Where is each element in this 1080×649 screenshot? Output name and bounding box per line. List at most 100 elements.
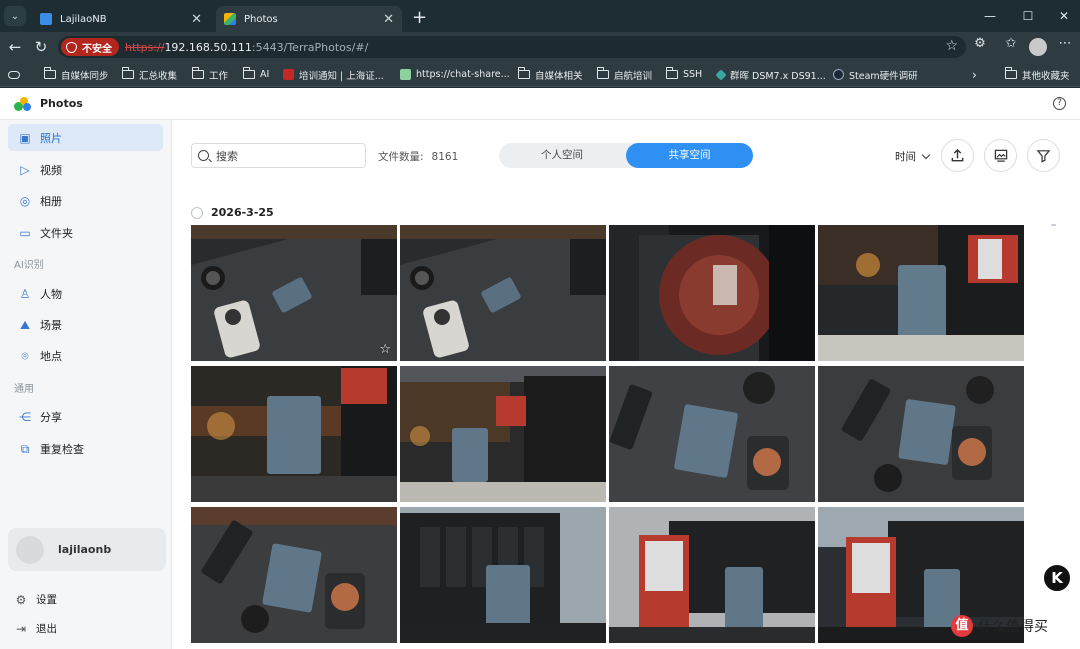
bookmark-item[interactable]: 其他收藏夹 [1004, 67, 1070, 82]
logout-button[interactable]: ⇥ 退出 [14, 621, 57, 636]
bookmark-item[interactable]: 自媒体相关 [517, 67, 583, 82]
search-placeholder: 搜索 [216, 149, 238, 163]
bookmark-item[interactable]: 群晖 DSM7.x DS91... [715, 67, 826, 82]
site-favicon-icon [283, 69, 294, 80]
photo-thumbnail[interactable] [191, 366, 397, 502]
bookmark-item[interactable]: https://chat-share... [400, 67, 510, 82]
bookmark-item[interactable]: 培训通知 | 上海证... [283, 67, 384, 82]
sidebar-item-duplicates[interactable]: ⧉ 重复检查 [8, 435, 163, 462]
sidebar-item-label: 地点 [40, 349, 62, 363]
tab-photos[interactable]: Photos ✕ [216, 6, 402, 32]
select-group-checkbox[interactable] [191, 206, 203, 219]
sidebar-item-folders[interactable]: ▭ 文件夹 [8, 219, 163, 246]
minimize-icon[interactable]: — [970, 0, 1010, 32]
sort-select[interactable]: 时间 [895, 149, 931, 164]
steam-icon [833, 69, 844, 80]
photo-thumbnail[interactable] [609, 225, 815, 361]
folder-icon [43, 67, 56, 79]
user-name: lajilaonb [58, 543, 112, 556]
security-badge[interactable]: 不安全 [61, 38, 119, 56]
photo-thumbnail[interactable] [400, 366, 606, 502]
bookmark-item[interactable]: SSH [665, 67, 702, 82]
search-input[interactable]: 搜索 [191, 143, 366, 168]
photo-thumbnail[interactable] [609, 507, 815, 643]
site-favicon-icon [715, 68, 727, 81]
upload-button[interactable] [941, 139, 974, 172]
photo-thumbnail[interactable] [400, 507, 606, 643]
security-label: 不安全 [82, 43, 112, 55]
bookmark-item[interactable]: AI [242, 67, 270, 82]
image-gallery-icon [994, 149, 1007, 162]
sidebar-item-people[interactable]: ♙ 人物 [8, 280, 163, 307]
close-window-icon[interactable]: ✕ [1044, 0, 1080, 32]
url-host: 192.168.50.111 [164, 40, 252, 54]
app-header: Photos ? [0, 88, 1080, 120]
bookmark-item[interactable]: Steam硬件调研 [833, 67, 918, 82]
slideshow-button[interactable] [984, 139, 1017, 172]
photo-image [818, 366, 1024, 502]
sidebar-item-photos[interactable]: ▣ 照片 [8, 124, 163, 151]
close-tab-icon[interactable]: ✕ [383, 12, 394, 27]
photo-thumbnail[interactable]: ☆ [191, 225, 397, 361]
shared-space-tab[interactable]: 共享空间 [626, 143, 753, 168]
back-arrow-icon[interactable]: ← [2, 38, 28, 56]
bookmark-item[interactable]: 汇总收集 [121, 67, 178, 82]
site-favicon-icon [400, 69, 411, 80]
personal-space-tab[interactable]: 个人空间 [499, 143, 625, 168]
sidebar-item-scenes[interactable]: ⛰ 场景 [8, 311, 163, 338]
bookmark-item[interactable]: 自媒体同步 [43, 67, 109, 82]
new-tab-icon[interactable]: + [412, 7, 427, 28]
reload-icon[interactable]: ↻ [28, 38, 54, 56]
folder-icon [596, 67, 609, 79]
favorite-star-icon[interactable]: ☆ [379, 342, 391, 357]
extensions-icon[interactable]: ⚙ [970, 36, 990, 51]
folder-icon [121, 67, 134, 79]
sidebar-item-label: 文件夹 [40, 226, 73, 240]
date-group-label: 2026-3-25 [211, 206, 274, 219]
photo-image [191, 507, 397, 643]
sidebar-item-places[interactable]: ⌾ 地点 [8, 342, 163, 369]
photo-thumbnail[interactable] [818, 225, 1024, 361]
sidebar-item-share[interactable]: ⋲ 分享 [8, 403, 163, 430]
profile-avatar[interactable] [1029, 38, 1047, 56]
date-group-header: 2026-3-25 [191, 206, 274, 219]
user-card[interactable]: lajilaonb [8, 528, 166, 571]
photo-icon: ▣ [19, 130, 31, 145]
file-count: 文件数量: 8161 [378, 149, 458, 164]
settings-button[interactable]: ⚙ 设置 [14, 592, 57, 607]
photo-image [609, 366, 815, 502]
floating-k-badge[interactable]: K [1042, 563, 1072, 593]
main-content: 搜索 文件数量: 8161 个人空间 共享空间 时间 2026-3-25 ☆ [173, 120, 1080, 649]
maximize-icon[interactable]: ☐ [1008, 0, 1048, 32]
photo-thumbnail[interactable] [191, 507, 397, 643]
bookmark-apps-icon[interactable] [8, 67, 25, 82]
url-field[interactable]: 不安全 https:// 192.168.50.111 :5443/TerraP… [58, 36, 966, 58]
folder-icon [517, 67, 530, 79]
bookmark-star-icon[interactable]: ☆ [945, 38, 958, 54]
bookmark-item[interactable]: 启航培训 [596, 67, 652, 82]
chevron-down-icon [921, 150, 931, 160]
help-icon[interactable]: ? [1053, 97, 1066, 110]
bookmarks-overflow-chevron-icon[interactable]: › [972, 67, 977, 82]
photo-thumbnail[interactable] [400, 225, 606, 361]
tab-label: LajilaoNB [60, 13, 107, 25]
logout-icon: ⇥ [15, 621, 27, 636]
bookmark-label: 自媒体相关 [535, 70, 583, 82]
watermark: 值 什么值得买 [951, 615, 1048, 637]
url-path: :5443/TerraPhotos/#/ [251, 40, 369, 54]
filter-button[interactable] [1027, 139, 1060, 172]
more-menu-icon[interactable]: ⋯ [1055, 36, 1075, 51]
close-tab-icon[interactable]: ✕ [191, 12, 202, 27]
tab-lajilaonb[interactable]: LajilaoNB ✕ [32, 6, 210, 32]
bookmark-item[interactable]: 工作 [191, 67, 228, 82]
sidebar-item-videos[interactable]: ▷ 视频 [8, 156, 163, 183]
favorites-icon[interactable]: ✩ [1001, 36, 1021, 51]
photo-thumbnail[interactable] [609, 366, 815, 502]
photo-thumbnail[interactable] [818, 366, 1024, 502]
sidebar-item-albums[interactable]: ◎ 相册 [8, 187, 163, 214]
bookmark-label: 汇总收集 [139, 70, 178, 82]
url-scheme: https:// [125, 40, 165, 54]
tab-actions-menu-icon[interactable]: ⌄ [4, 6, 26, 26]
scroll-indicator[interactable] [1051, 224, 1056, 226]
bookmark-label: AI [260, 69, 270, 80]
